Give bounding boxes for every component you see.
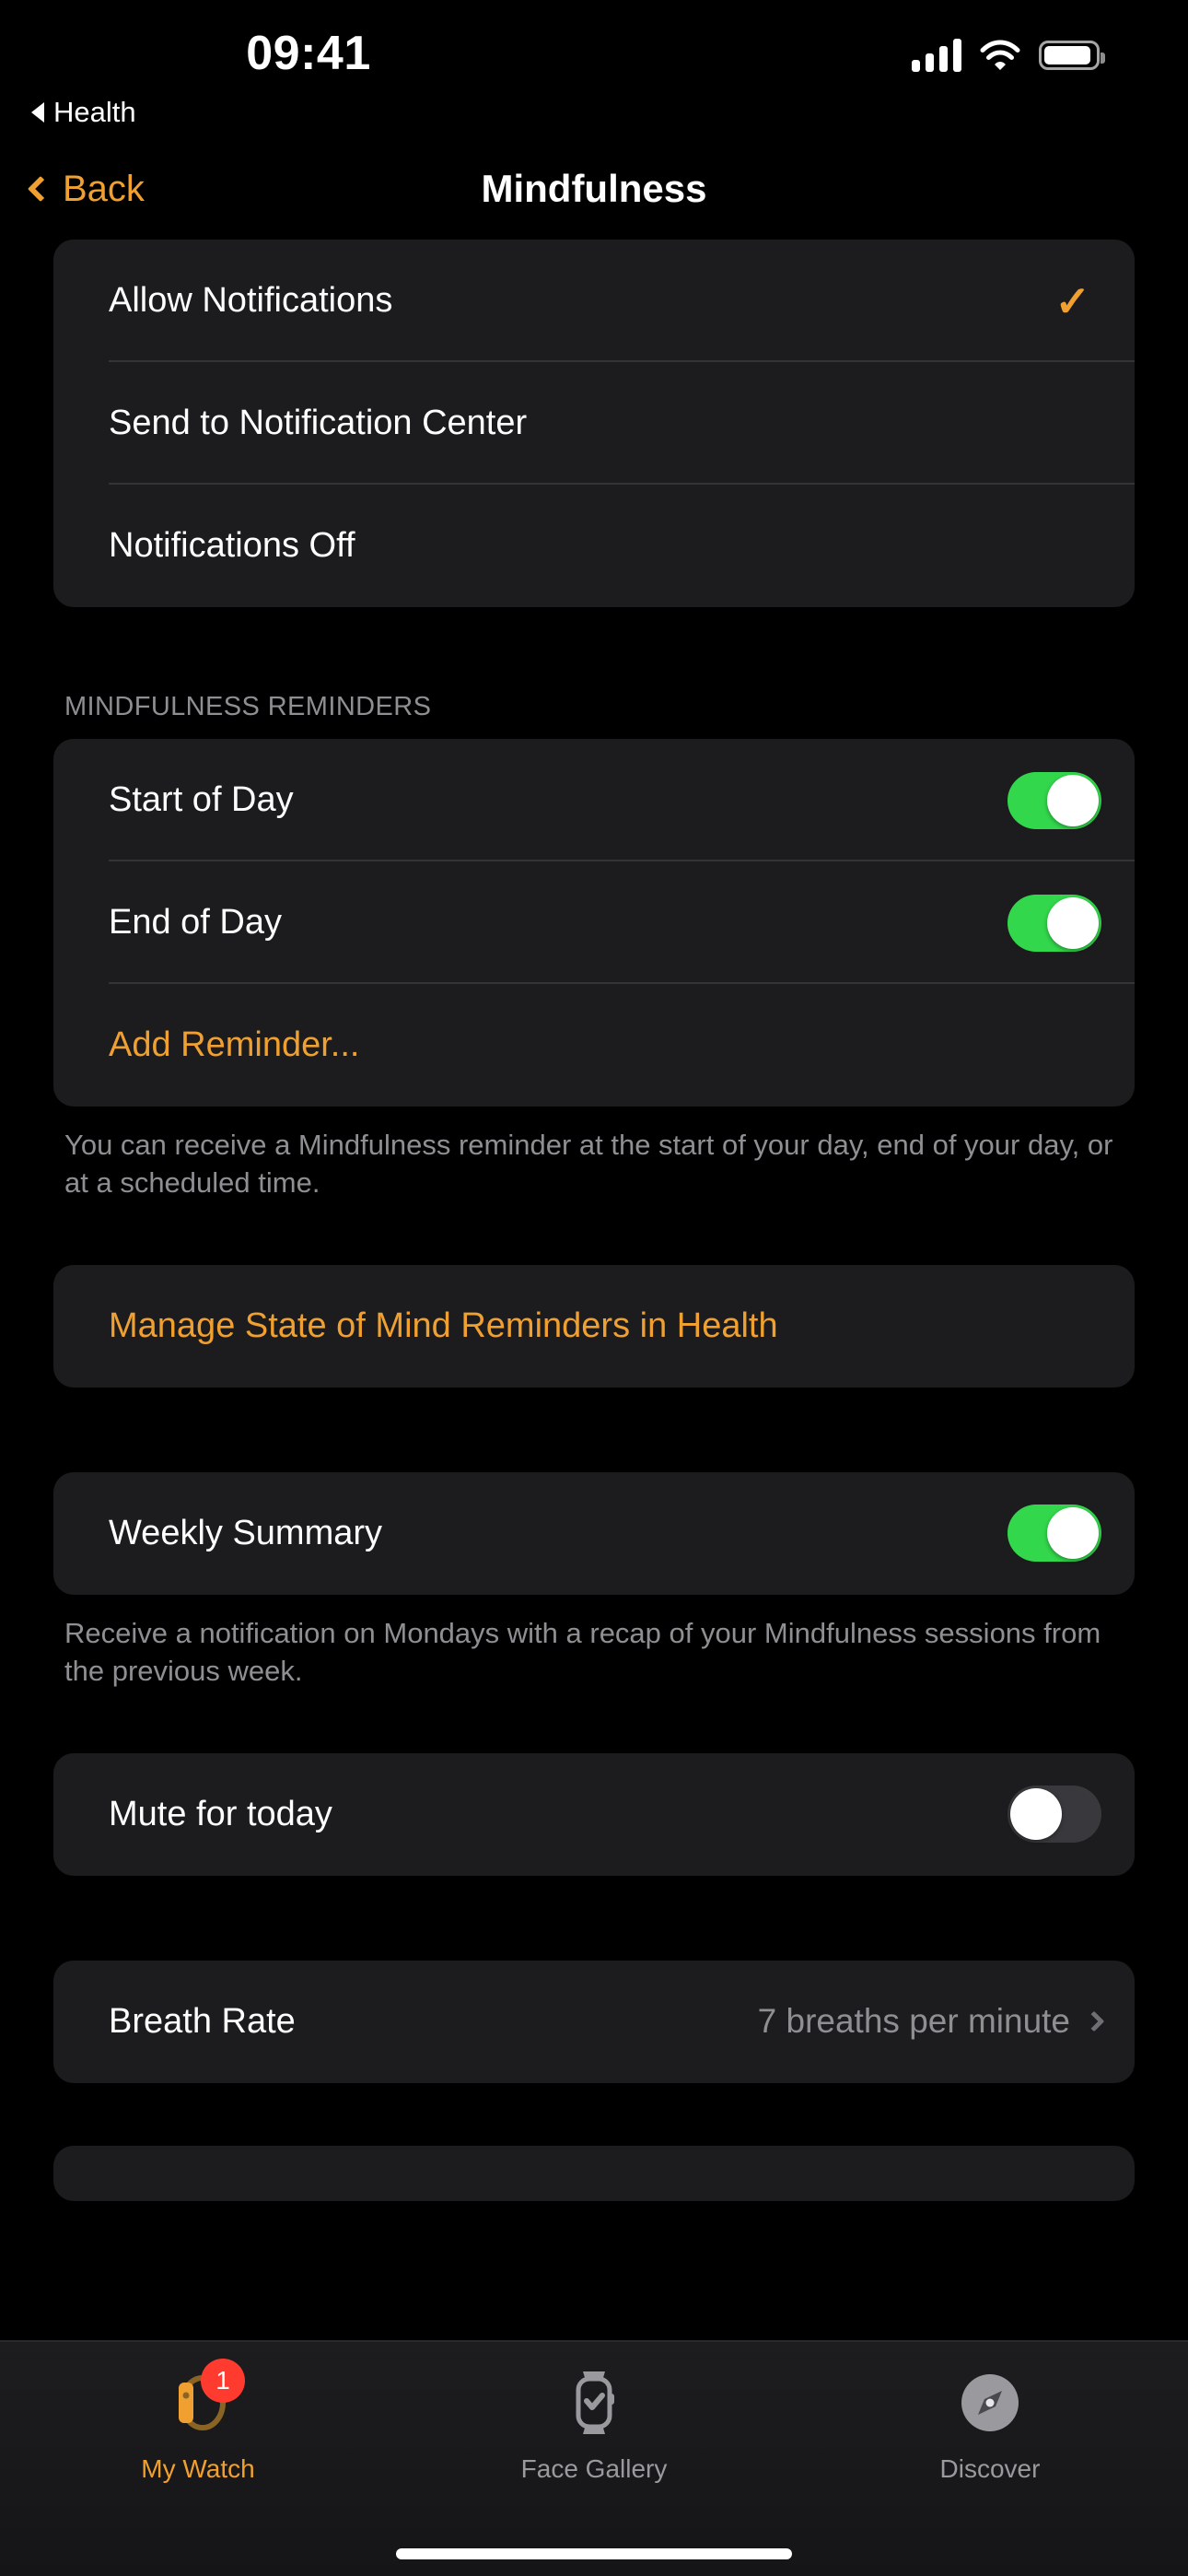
add-reminder-button[interactable]: Add Reminder... [53,984,1135,1107]
option-notifications-off[interactable]: Notifications Off [53,485,1135,607]
tab-bar: 1 My Watch Face Gallery Discover [0,2340,1188,2576]
checkmark-icon: ✓ [1054,276,1090,325]
row-label: Weekly Summary [109,1513,383,1552]
row-label: End of Day [109,903,282,942]
tab-label: Discover [939,2454,1041,2483]
option-send-to-notification-center[interactable]: Send to Notification Center [53,362,1135,485]
mute-for-today-toggle[interactable] [1007,1786,1101,1844]
toggle-knob [1047,896,1099,949]
status-bar: 09:41 Health [0,0,1188,138]
manage-state-of-mind-label: Manage State of Mind Reminders in Health [109,1306,778,1345]
toggle-knob [1047,774,1099,826]
status-bar-back-to-health[interactable]: Health [31,96,136,129]
notification-mode-group: Allow Notifications ✓ Send to Notificati… [53,240,1135,607]
row-mute-for-today[interactable]: Mute for today [53,1753,1135,1876]
toggle-knob [1047,1507,1099,1560]
breath-rate-group: Breath Rate 7 breaths per minute [53,1960,1135,2083]
tab-label: Face Gallery [520,2454,668,2483]
option-label: Notifications Off [109,526,355,565]
page-title: Mindfulness [481,167,707,210]
row-label: Mute for today [109,1794,332,1833]
add-reminder-label: Add Reminder... [109,1025,360,1064]
manage-state-of-mind-button[interactable]: Manage State of Mind Reminders in Health [53,1265,1135,1388]
triangle-left-icon [31,102,44,123]
partially-visible-group[interactable] [53,2145,1135,2201]
wifi-icon [980,40,1020,71]
option-label: Allow Notifications [109,281,393,320]
row-end-of-day[interactable]: End of Day [53,861,1135,984]
compass-icon [956,2364,1024,2441]
watch-side-icon: 1 [164,2359,245,2441]
watch-app-mindfulness-settings-screen: 09:41 Health Back Mindfulness Allow Noti… [0,0,1188,2576]
tab-face-gallery[interactable]: Face Gallery [396,2364,792,2484]
row-breath-rate[interactable]: Breath Rate 7 breaths per minute [53,1961,1135,2083]
row-weekly-summary[interactable]: Weekly Summary [53,1472,1135,1595]
tab-discover[interactable]: Discover [792,2364,1188,2484]
row-start-of-day[interactable]: Start of Day [53,739,1135,861]
mute-group: Mute for today [53,1752,1135,1876]
breath-rate-value: 7 breaths per minute [757,2002,1070,2041]
settings-scroll-area[interactable]: Allow Notifications ✓ Send to Notificati… [0,240,1188,2340]
weekly-summary-footnote: Receive a notification on Mondays with a… [64,1616,1101,1687]
option-allow-notifications[interactable]: Allow Notifications ✓ [53,240,1135,362]
home-indicator [396,2548,792,2559]
reminders-footnote: You can receive a Mindfulness reminder a… [64,1129,1113,1199]
row-label: Breath Rate [109,2001,296,2041]
mindfulness-reminders-group: Start of Day End of Day Add Reminder... [53,739,1135,1107]
tab-my-watch[interactable]: 1 My Watch [0,2359,396,2484]
my-watch-badge: 1 [201,2359,245,2403]
battery-icon [1039,41,1105,70]
manage-state-of-mind-group: Manage State of Mind Reminders in Health [53,1264,1135,1388]
weekly-summary-group: Weekly Summary [53,1471,1135,1595]
status-bar-back-label: Health [53,96,136,128]
navigation-bar: Back Mindfulness [0,138,1188,240]
end-of-day-toggle[interactable] [1007,894,1101,952]
row-label: Start of Day [109,780,294,819]
chevron-right-icon [1083,2010,1105,2032]
watch-face-icon [560,2364,628,2441]
reminders-group-header: MINDFULNESS REMINDERS [64,692,432,721]
cellular-signal-icon [912,39,961,72]
weekly-summary-toggle[interactable] [1007,1505,1101,1563]
tab-label: My Watch [141,2454,255,2483]
toggle-knob [1010,1788,1062,1841]
start-of-day-toggle[interactable] [1007,771,1101,829]
status-bar-indicators [912,39,1105,72]
option-label: Send to Notification Center [109,404,528,442]
